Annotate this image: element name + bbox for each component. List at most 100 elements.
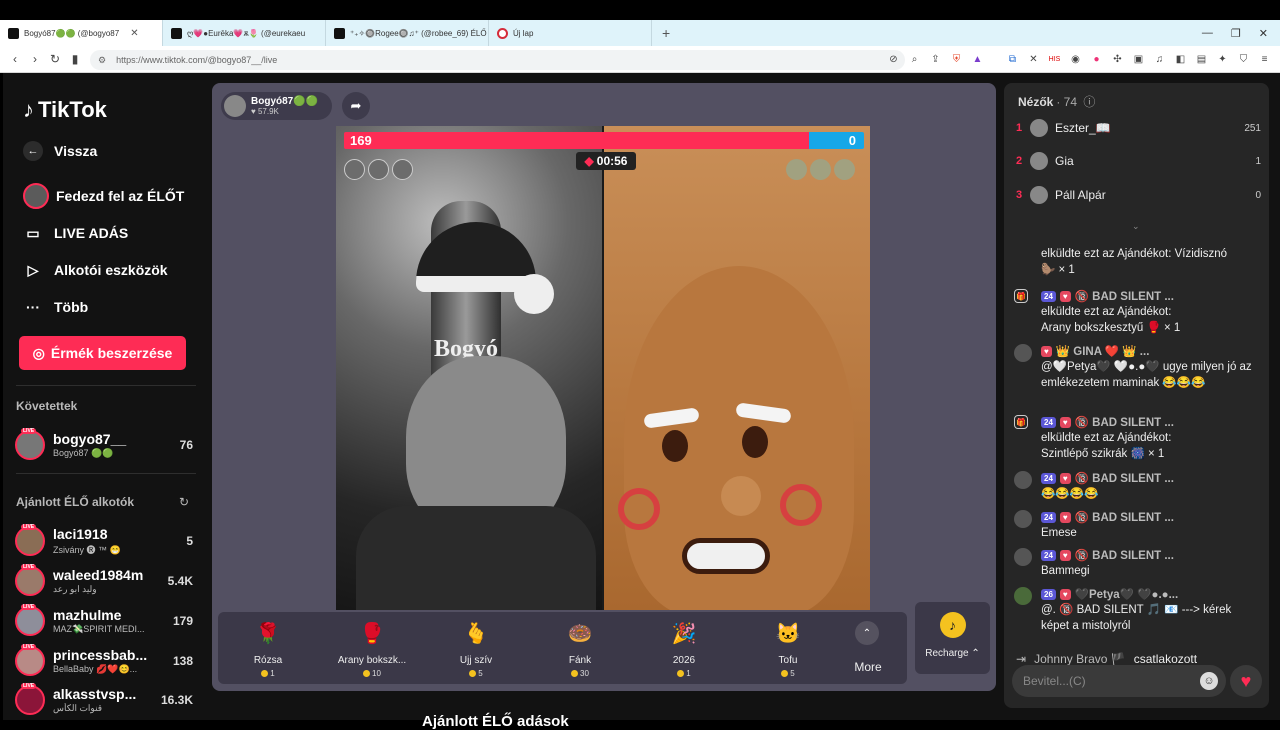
leo-ai-icon[interactable]: ✦: [1214, 50, 1231, 68]
maximize-icon[interactable]: ❐: [1231, 27, 1241, 40]
host-avatar: [224, 95, 246, 117]
sender-name[interactable]: 🔞 BAD SILENT ...: [1075, 548, 1174, 562]
minimize-icon[interactable]: —: [1202, 27, 1213, 39]
refresh-icon[interactable]: ↻: [179, 495, 189, 509]
avatar[interactable]: [1014, 471, 1032, 489]
recharge-button[interactable]: ♪ Recharge ⌃: [915, 602, 990, 674]
joiner-name[interactable]: Johnny Bravo 🏴: [1034, 652, 1126, 666]
tab-robee[interactable]: ⁺₊✧🔘Rogee🔘♫⁺ (@robee_69) ÉLŐ ×: [326, 20, 489, 46]
top-viewer-row[interactable]: 3 Páll Alpár 0: [1016, 184, 1261, 206]
sender-name[interactable]: 🔞 BAD SILENT ...: [1075, 415, 1174, 429]
emoji-icon[interactable]: ☺: [1200, 672, 1218, 690]
top-viewer-row[interactable]: 2 Gia 1: [1016, 150, 1261, 172]
following-account[interactable]: LIVE bogyo87__ Bogyó87 🟢🟢 76: [15, 426, 193, 464]
brave-shield-icon[interactable]: ⛨: [948, 50, 965, 68]
sidebar-icon[interactable]: ◧: [1172, 50, 1189, 68]
menu-icon[interactable]: ≡: [1256, 50, 1273, 68]
avatar[interactable]: [1014, 587, 1032, 605]
tab-eureka[interactable]: ღ💗●Eurēka💗ѫ🌷 (@eurekaeu: [163, 20, 326, 46]
share-icon[interactable]: ⇪: [927, 50, 944, 68]
wallet-icon[interactable]: ▤: [1193, 50, 1210, 68]
extension-vpn-icon[interactable]: ◉: [1067, 50, 1084, 68]
sidebar-item-label: Több: [54, 299, 89, 315]
santa-hat-pompom: [514, 274, 554, 314]
forward-icon[interactable]: ›: [25, 52, 45, 66]
extension-color-icon[interactable]: ●: [1088, 50, 1105, 68]
address-bar[interactable]: ⚙ https://www.tiktok.com/@bogyo87__/live: [90, 50, 905, 70]
gift-price: 30: [580, 669, 589, 678]
avatar[interactable]: [1014, 344, 1032, 362]
account-subtitle: وليد ابو رعد: [53, 584, 97, 594]
share-button[interactable]: ➦: [342, 92, 370, 120]
supporter-avatar[interactable]: [392, 159, 413, 180]
more-gifts-label[interactable]: More: [843, 660, 893, 674]
like-heart-button[interactable]: ♥: [1230, 665, 1262, 697]
recommended-account[interactable]: LIVE laci1918 Zsivány 🅡 ™ 😁 5: [15, 522, 193, 560]
zoom-icon[interactable]: ⌕: [906, 50, 923, 68]
sidebar-item-explore-live[interactable]: Fedezd fel az ÉLŐT: [23, 183, 184, 209]
site-info-icon[interactable]: ⚙: [98, 55, 106, 66]
sidebar-item-more[interactable]: ··· Több: [23, 297, 88, 317]
chat-input[interactable]: Bevitel...(C) ☺: [1012, 665, 1226, 697]
bookmark-icon[interactable]: ▮: [65, 52, 85, 66]
translate-icon[interactable]: ⧉: [1004, 50, 1021, 68]
gift-item[interactable]: 🎉 2026 1: [634, 618, 734, 679]
recommended-account[interactable]: LIVE waleed1984m وليد ابو رعد 5.4K: [15, 562, 193, 600]
extension-his-icon[interactable]: HIS: [1046, 50, 1063, 68]
get-coins-button[interactable]: ◎ Érmék beszerzése: [19, 336, 186, 370]
vpn-shield-icon[interactable]: ⛉: [1235, 50, 1252, 68]
level-badge: 24: [1041, 472, 1056, 484]
reload-icon[interactable]: ↻: [45, 52, 65, 66]
more-gifts-button[interactable]: ⌃: [855, 621, 879, 645]
viewers-heading[interactable]: Nézők · 74 ⓘ: [1018, 93, 1095, 110]
recommended-account[interactable]: LIVE alkasstvsp... قنوات الكأس 16.3K: [15, 681, 193, 719]
sidebar-item-back[interactable]: ← Vissza: [23, 141, 97, 161]
extension-box-icon[interactable]: ▣: [1130, 50, 1147, 68]
extensions-puzzle-icon[interactable]: ✣: [1109, 50, 1126, 68]
music-icon[interactable]: ♫: [1151, 50, 1168, 68]
close-window-icon[interactable]: ✕: [1259, 27, 1268, 40]
tiktok-favicon-icon: [171, 27, 182, 39]
sender-name[interactable]: 🔞 BAD SILENT ...: [1075, 510, 1174, 524]
no-translate-icon[interactable]: ⊘: [885, 50, 902, 68]
tab-new[interactable]: Új lap: [489, 20, 652, 46]
avatar[interactable]: [1014, 548, 1032, 566]
new-tab-icon[interactable]: +: [652, 25, 680, 41]
gift-item[interactable]: 🐱 Tofu 5: [738, 618, 838, 679]
close-tab-icon[interactable]: ✕: [130, 28, 138, 39]
extension-x-icon[interactable]: ✕: [1025, 50, 1042, 68]
recommended-account[interactable]: LIVE princessbab... BellaBaby 💋❤️😊... 138: [15, 642, 193, 680]
sender-name[interactable]: 🖤Petya🖤 🖤●.●...: [1075, 587, 1179, 601]
recommended-account[interactable]: LIVE mazhulme MAZ💸SPIRIT MEDI... 179: [15, 602, 193, 640]
avatar: LIVE: [15, 604, 45, 636]
sender-name[interactable]: 🔞 BAD SILENT ...: [1075, 289, 1174, 303]
gift-item[interactable]: 🌹 Rózsa 1: [218, 618, 318, 679]
sidebar-item-go-live[interactable]: ▭ LIVE ADÁS: [23, 223, 128, 243]
viewer-count: 179: [172, 614, 193, 628]
info-icon[interactable]: ⓘ: [1083, 95, 1095, 109]
gift-item[interactable]: 🥊 Arany bokszk... 10: [322, 618, 422, 679]
chat-panel: Nézők · 74 ⓘ 1 Eszter_📖 251 2 Gia 1 3 Páll Alp…: [1004, 83, 1269, 708]
sender-name[interactable]: 👑 GINA ❤️ 👑 ...: [1056, 344, 1150, 358]
fan-badge-icon: ♥: [1059, 416, 1071, 428]
supporter-avatar[interactable]: [368, 159, 389, 180]
chevron-down-icon[interactable]: ⌄: [1132, 221, 1140, 232]
gift-item[interactable]: 🫰 Ujj szív 5: [426, 618, 526, 679]
join-icon: ⇥: [1016, 652, 1027, 666]
message-text-2: Arany bokszkesztyű 🥊 × 1: [1041, 322, 1181, 334]
sender-name[interactable]: 🔞 BAD SILENT ...: [1075, 471, 1174, 485]
logo-text: TikTok: [38, 97, 107, 122]
host-info[interactable]: Bogyó87🟢🟢 ♥ 57.9K: [221, 92, 332, 120]
top-viewer-row[interactable]: 1 Eszter_📖 251: [1016, 117, 1261, 139]
supporter-avatar[interactable]: [344, 159, 365, 180]
rewards-icon[interactable]: ▲: [969, 50, 986, 68]
battle-icon: ◆: [584, 154, 594, 168]
gift-item[interactable]: 🍩 Fánk 30: [530, 618, 630, 679]
sidebar-item-creator-tools[interactable]: ▷ Alkotói eszközök: [23, 260, 168, 280]
viewers-title: Nézők: [1018, 95, 1054, 109]
avatar[interactable]: [1014, 510, 1032, 528]
battle-video[interactable]: Bogyó 169 0 ◆ 00:56: [336, 126, 870, 610]
back-icon[interactable]: ‹: [5, 52, 25, 66]
tiktok-logo[interactable]: ♪ TikTok: [23, 97, 107, 123]
tab-bogyo87[interactable]: Bogyó87🟢🟢 (@bogyo87 ✕: [0, 20, 163, 46]
